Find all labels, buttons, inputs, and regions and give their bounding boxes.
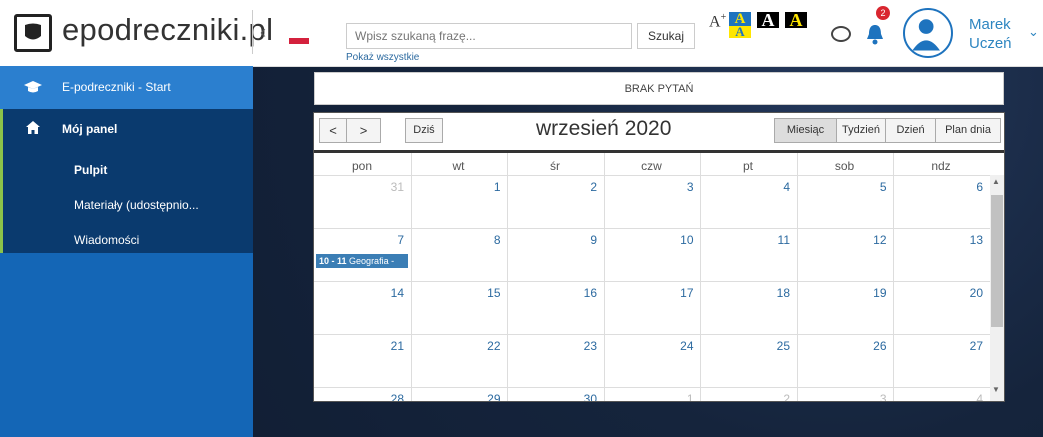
sidebar-item-panel[interactable]: Mój panel — [0, 109, 253, 149]
weekday-header: czw — [641, 159, 662, 173]
weekday-header: wt — [452, 159, 465, 173]
font-size-label: A — [709, 13, 721, 31]
sidebar-group-panel: Mój panel Pulpit Materiały (udostępnio..… — [0, 109, 253, 253]
calendar-day-cell[interactable]: 3 — [797, 392, 887, 401]
calendar-day-cell[interactable]: 15 — [411, 286, 500, 300]
bell-icon[interactable] — [864, 22, 886, 46]
calendar-day-cell[interactable]: 3 — [604, 180, 694, 194]
font-size-increase-button[interactable]: A+ — [709, 12, 726, 31]
calendar-event[interactable]: 10 - 11 Geografia - — [316, 254, 408, 268]
view-week-button[interactable]: Tydzień — [837, 118, 886, 143]
user-role: Uczeń — [969, 35, 1012, 52]
logo-text[interactable]: epodreczniki.pl — [62, 12, 273, 48]
calendar-today-button[interactable]: Dziś — [405, 118, 443, 143]
sidebar-item-messages[interactable]: Wiadomości — [74, 233, 139, 247]
calendar-day-cell[interactable]: 2 — [700, 392, 790, 401]
sidebar-item-label: E-podreczniki - Start — [62, 80, 171, 94]
calendar-day-cell[interactable]: 29 — [411, 392, 500, 401]
calendar-day-cell[interactable]: 27 — [893, 339, 983, 353]
scroll-down-icon[interactable]: ▼ — [992, 385, 1000, 394]
calendar-day-cell[interactable]: 10 — [604, 233, 693, 247]
sidebar-item-materials[interactable]: Materiały (udostępnio... — [74, 198, 199, 212]
event-time: 10 - 11 — [319, 256, 347, 266]
grid-divider — [314, 175, 990, 176]
weekday-header: pt — [742, 159, 753, 173]
collapse-sidebar-button[interactable]: ‹ — [252, 10, 273, 54]
user-first-name: Marek — [969, 16, 1011, 33]
calendar-day-cell[interactable]: 2 — [507, 180, 597, 194]
sidebar: E-podreczniki - Start Mój panel Pulpit M… — [0, 66, 253, 437]
calendar-day-cell[interactable]: 9 — [507, 233, 597, 247]
sidebar-item-pulpit[interactable]: Pulpit — [74, 163, 107, 177]
calendar-day-cell[interactable]: 22 — [411, 339, 500, 353]
sidebar-item-label: Mój panel — [62, 122, 118, 136]
font-size-sup: + — [720, 12, 727, 23]
view-month-button[interactable]: Miesiąc — [774, 118, 837, 143]
user-menu[interactable]: Marek Uczeń — [969, 15, 1012, 53]
chat-icon[interactable] — [831, 26, 851, 42]
calendar-day-cell[interactable]: 17 — [604, 286, 693, 300]
sidebar-item-start[interactable]: E-podreczniki - Start — [0, 66, 253, 109]
avatar[interactable] — [903, 8, 953, 58]
graduation-cap-icon — [24, 81, 42, 93]
grid-divider — [314, 387, 990, 388]
contrast-black-yellow-button[interactable]: A — [785, 11, 807, 29]
contrast-yellow-blue-button[interactable]: A — [729, 25, 751, 38]
calendar-day-cell[interactable]: 23 — [507, 339, 597, 353]
calendar-day-cell[interactable]: 1 — [411, 180, 501, 194]
calendar-day-cell[interactable]: 24 — [604, 339, 693, 353]
calendar-day-cell[interactable]: 28 — [314, 392, 404, 401]
calendar-day-cell[interactable]: 25 — [700, 339, 790, 353]
view-day-button[interactable]: Dzień — [886, 118, 936, 143]
calendar-day-cell[interactable]: 21 — [314, 339, 404, 353]
calendar-day-cell[interactable]: 4 — [700, 180, 790, 194]
calendar-next-button[interactable]: > — [347, 118, 381, 143]
weekday-header: pon — [351, 159, 373, 173]
calendar-day-cell[interactable]: 12 — [797, 233, 886, 247]
calendar-day-cell[interactable]: 30 — [507, 392, 597, 401]
calendar-day-cell[interactable]: 4 — [893, 392, 983, 401]
calendar-day-cell[interactable]: 18 — [700, 286, 790, 300]
calendar-prev-button[interactable]: < — [319, 118, 347, 143]
grid-divider — [314, 281, 990, 282]
calendar-day-cell[interactable]: 26 — [797, 339, 886, 353]
show-all-link[interactable]: Pokaż wszystkie — [346, 52, 419, 63]
calendar-day-cell[interactable]: 14 — [314, 286, 404, 300]
logo-icon[interactable] — [14, 14, 52, 52]
weekday-header: sob — [834, 159, 855, 173]
search-input[interactable] — [346, 23, 632, 49]
calendar-day-cell[interactable]: 13 — [893, 233, 983, 247]
calendar: < > Dziś wrzesień 2020 Miesiąc Tydzień D… — [313, 112, 1005, 402]
calendar-day-cell[interactable]: 1 — [604, 392, 694, 401]
calendar-divider — [314, 150, 1004, 153]
weekday-header: ndz — [931, 159, 951, 173]
calendar-day-cell[interactable]: 11 — [700, 233, 790, 247]
event-title: Geografia - — [349, 256, 395, 266]
questions-panel: BRAK PYTAŃ — [314, 72, 1004, 105]
calendar-day-cell[interactable]: 7 — [314, 233, 404, 247]
calendar-title: wrzesień 2020 — [536, 117, 672, 140]
notification-badge: 2 — [876, 6, 890, 20]
search-button[interactable]: Szukaj — [637, 23, 695, 49]
scroll-up-icon[interactable]: ▲ — [992, 177, 1000, 186]
calendar-day-cell[interactable]: 5 — [797, 180, 887, 194]
calendar-scroll-thumb[interactable] — [991, 195, 1003, 327]
language-flag-icon[interactable] — [289, 38, 309, 44]
chevron-down-icon[interactable]: ⌄ — [1028, 24, 1039, 40]
home-icon — [26, 121, 40, 134]
calendar-day-cell[interactable]: 20 — [893, 286, 983, 300]
weekday-header: śr — [550, 159, 560, 173]
grid-divider — [314, 228, 990, 229]
calendar-day-cell[interactable]: 31 — [314, 180, 404, 194]
calendar-day-cell[interactable]: 16 — [507, 286, 597, 300]
calendar-day-cell[interactable]: 6 — [893, 180, 983, 194]
view-plan-button[interactable]: Plan dnia — [936, 118, 1001, 143]
top-header: epodreczniki.pl ‹ Pokaż wszystkie Szukaj… — [0, 0, 1043, 67]
calendar-day-cell[interactable]: 19 — [797, 286, 886, 300]
contrast-black-white-button[interactable]: A — [757, 11, 779, 29]
grid-divider — [314, 334, 990, 335]
calendar-day-cell[interactable]: 8 — [411, 233, 501, 247]
